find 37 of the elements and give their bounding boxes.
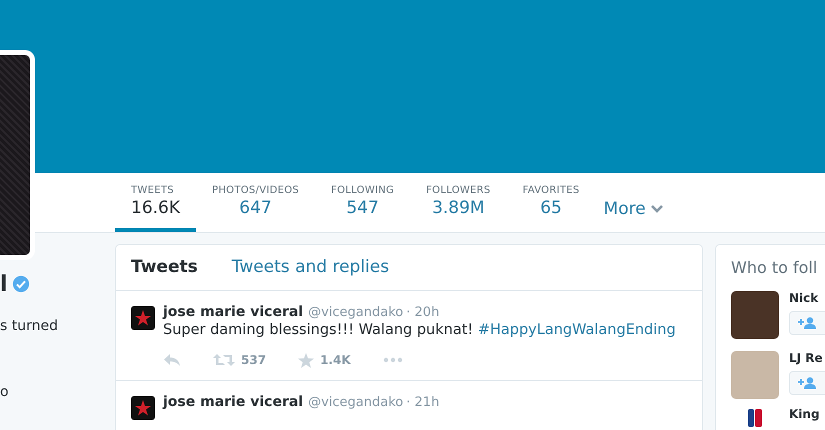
tweet-text: Super daming blessings!!! Walang puknat! #HappyLangWalangEnding (163, 322, 676, 338)
user-avatar[interactable] (731, 291, 779, 339)
tweet-author[interactable]: jose marie viceral (163, 394, 304, 410)
tweet-author[interactable]: jose marie viceral (163, 304, 304, 320)
user-name[interactable]: Nick (789, 291, 825, 305)
star-logo-avatar-icon (131, 306, 155, 330)
stat-tab[interactable]: FOLLOWERS 3.89M (410, 173, 507, 232)
retweet-icon[interactable] (213, 353, 235, 367)
user-name[interactable]: King (789, 407, 820, 421)
user-name[interactable]: LJ Re (789, 351, 825, 365)
chevron-down-icon (650, 204, 664, 214)
retweet-count: 537 (241, 353, 266, 367)
add-person-icon (798, 377, 816, 389)
tweet-handle: @vicegandako (308, 395, 404, 410)
hashtag-link[interactable]: #HappyLangWalangEnding (478, 322, 676, 338)
stat-tab[interactable]: FAVORITES 65 (506, 173, 596, 232)
bio-text: o (0, 384, 10, 400)
who-to-follow-title: Who to foll (731, 258, 818, 277)
star-icon[interactable] (298, 352, 314, 368)
more-dots-icon[interactable] (382, 357, 403, 363)
shield-logo-icon[interactable] (748, 407, 762, 427)
timeline-tab[interactable]: Tweets and replies (232, 257, 390, 278)
stat-tab[interactable]: TWEETS 16.6K (115, 173, 196, 232)
bio-text: s turned (0, 318, 59, 334)
profile-name: l (0, 272, 8, 296)
stat-tab[interactable]: FOLLOWING 547 (315, 173, 410, 232)
star-logo-avatar-icon (131, 396, 155, 420)
user-avatar[interactable] (731, 351, 779, 399)
favorite-count: 1.4K (320, 353, 351, 367)
reply-icon[interactable] (163, 353, 181, 367)
tweet-time[interactable]: · 20h (406, 305, 440, 320)
more-menu[interactable]: More (604, 197, 664, 221)
tweet-handle: @vicegandako (308, 305, 404, 320)
stat-tab[interactable]: PHOTOS/VIDEOS 647 (196, 173, 316, 232)
timeline-tab[interactable]: Tweets (131, 257, 198, 278)
add-person-icon (798, 317, 816, 329)
tweet-time[interactable]: · 21h (406, 395, 440, 410)
